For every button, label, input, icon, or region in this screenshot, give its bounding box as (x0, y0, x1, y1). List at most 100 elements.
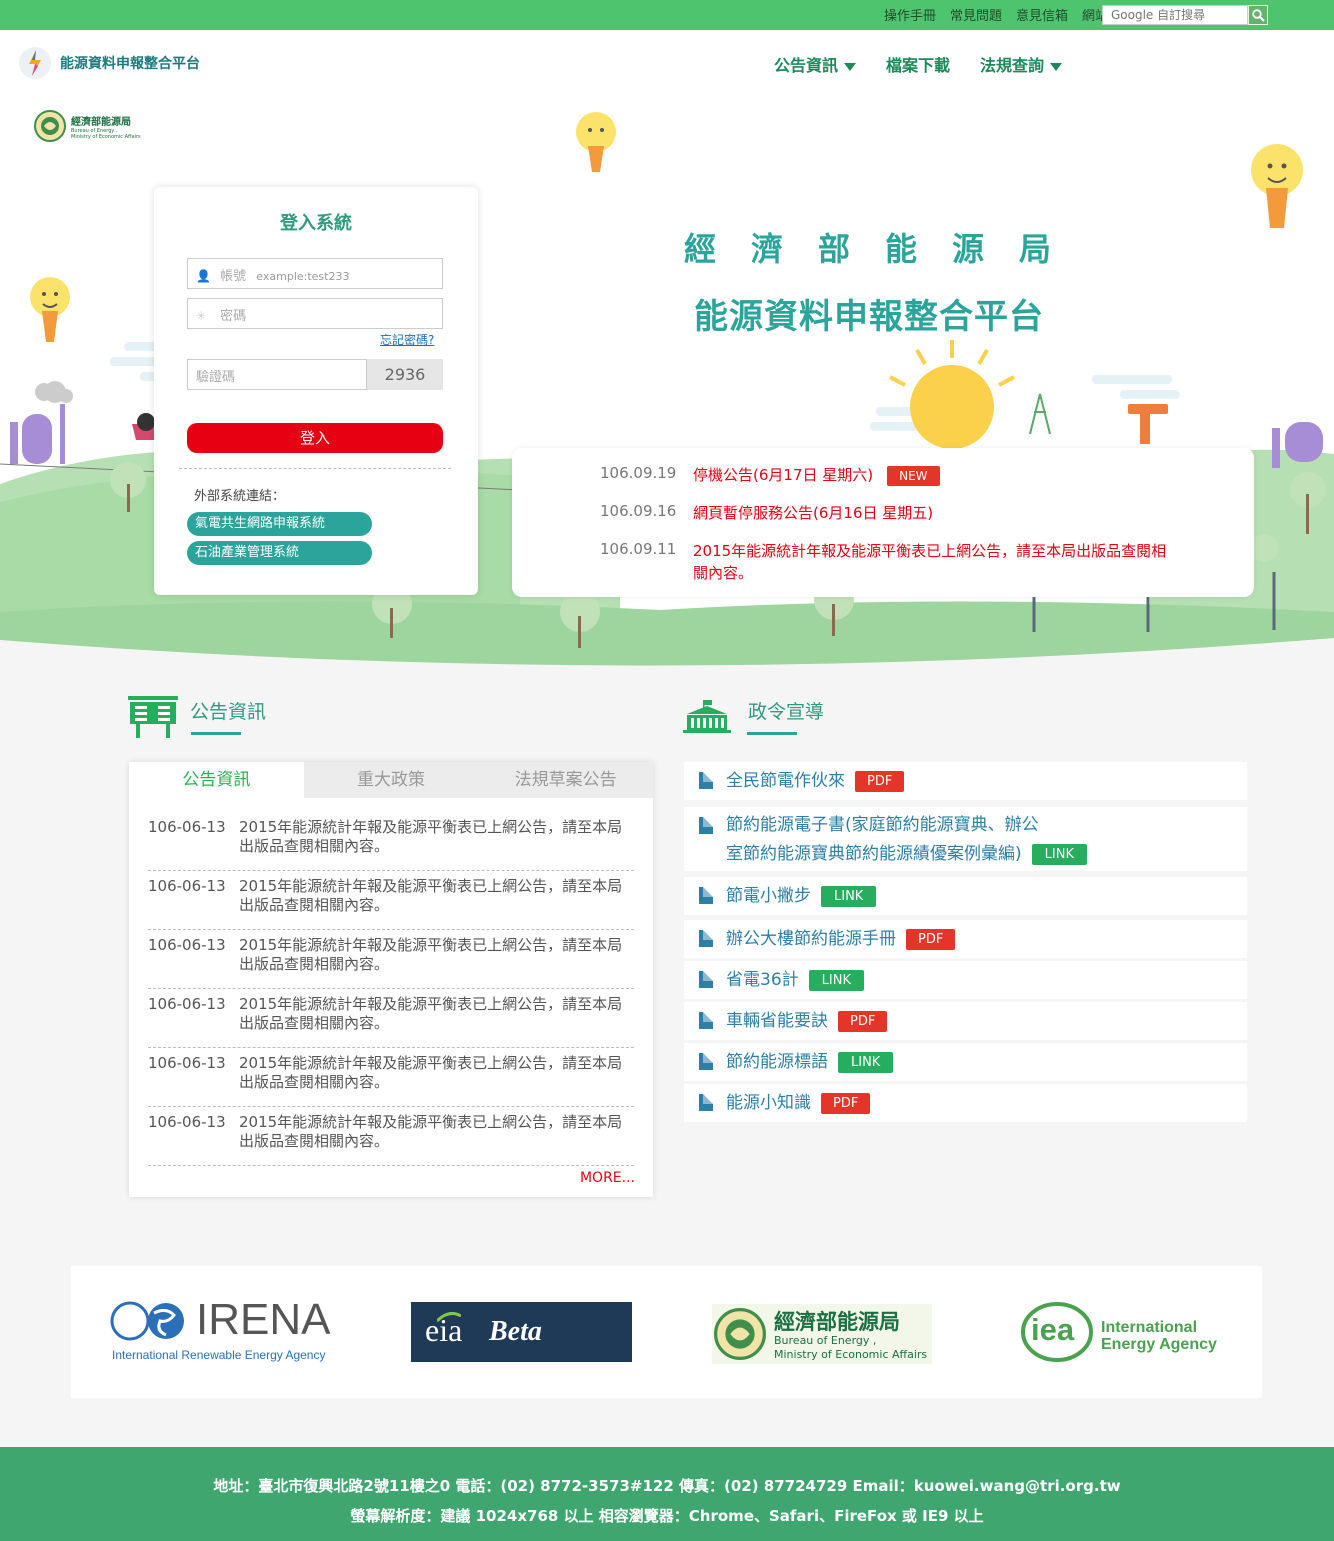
agency-logo[interactable]: 經濟部能源局 Bureau of Energy , Ministry of Ec… (34, 110, 141, 142)
site-header: 能源資料申報整合平台 公告資訊 檔案下載 法規查詢 (0, 30, 1334, 92)
policy-title: 辦公大樓節約能源手冊 (726, 929, 896, 949)
iea-name: iea (1031, 1312, 1075, 1347)
news-item[interactable]: 106.09.16 網頁暫停服務公告(6月16日 星期五) (600, 502, 1173, 524)
news-title: 網頁暫停服務公告(6月16日 星期五) (693, 504, 934, 522)
policy-title: 室節約能源寶典節約能源績優案例彙編) (726, 844, 1022, 864)
eia-swoosh-icon (437, 1312, 461, 1322)
footer-browser-note: 螢幕解析度：建議 1024x768 以上 相容瀏覽器：Chrome、Safari… (350, 1507, 984, 1525)
link-manual[interactable]: 操作手冊 (884, 5, 936, 24)
external-links-label: 外部系統連結： (194, 489, 286, 504)
item-title: 2015年能源統計年報及能源平衡表已上網公告，請至本局出版品查閱相關內容。 (239, 995, 623, 1032)
captcha-image: 2936 (367, 359, 443, 390)
forgot-password-link[interactable]: 忘記密碼? (380, 331, 434, 348)
item-title: 2015年能源統計年報及能源平衡表已上網公告，請至本局出版品查閱相關內容。 (239, 877, 623, 914)
password-placeholder: 密碼 (220, 309, 247, 324)
external-link-petroleum[interactable]: 石油產業管理系統 (187, 541, 372, 565)
nav-downloads[interactable]: 檔案下載 (886, 52, 950, 76)
list-item[interactable]: 106-06-13 2015年能源統計年報及能源平衡表已上網公告，請至本局出版品查… (148, 812, 634, 871)
nav-label: 法規查詢 (980, 56, 1045, 75)
search-input[interactable] (1102, 5, 1248, 25)
utility-links: 操作手冊 常見問題 意見信箱 網站導覽 (884, 5, 1134, 24)
sun-icon (889, 340, 1015, 449)
boe-logo[interactable]: 經濟部能源局 Bureau of Energy , Ministry of Ec… (712, 1304, 932, 1364)
site-logo-icon (19, 47, 51, 79)
link-tag: LINK (821, 885, 877, 907)
policy-item[interactable]: 車輛省能要訣 PDF (684, 1002, 1247, 1040)
divider (179, 468, 451, 469)
site-brand[interactable]: 能源資料申報整合平台 (18, 46, 200, 80)
policy-item[interactable]: 節電小撇步 LINK (684, 877, 1247, 915)
main-nav: 公告資訊 檔案下載 法規查詢 (774, 52, 1063, 76)
hero-subtitle: 能源資料申報整合平台 (694, 297, 1044, 337)
link-faq[interactable]: 常見問題 (950, 5, 1002, 24)
item-date: 106-06-13 (148, 936, 226, 954)
boe-name: 經濟部能源局 (774, 1310, 900, 1334)
list-item[interactable]: 106-06-13 2015年能源統計年報及能源平衡表已上網公告，請至本局出版品查… (148, 1107, 634, 1166)
link-feedback[interactable]: 意見信箱 (1016, 5, 1068, 24)
policy-item[interactable]: 省電36計 LINK (684, 961, 1247, 999)
footer-contact: 地址：臺北市復興北路2號11樓之0 電話：(02) 8772-3573#122 … (213, 1477, 1121, 1495)
news-date: 106.09.16 (600, 502, 677, 520)
news-title: 2015年能源統計年報及能源平衡表已上網公告，請至本局出版品查閱相關內容。 (693, 542, 1167, 582)
chevron-down-icon (1050, 62, 1063, 71)
eia-logo[interactable]: eia Beta (411, 1302, 632, 1362)
external-link-cogeneration[interactable]: 氣電共生網路申報系統 (187, 512, 372, 536)
bulletin-board-icon (128, 696, 178, 738)
policy-item[interactable]: 全民節電作伙來 PDF (684, 762, 1247, 800)
announce-panel: 公告資訊 重大政策 法規草案公告 106-06-13 2015年能源統計年報及能源… (129, 762, 654, 1197)
password-field[interactable]: ✳ 密碼 (187, 298, 443, 329)
agency-logo-en: Ministry of Economic Affairs (71, 133, 141, 140)
boe-en: Ministry of Economic Affairs (774, 1348, 928, 1361)
globe-icon (110, 1301, 184, 1341)
captcha-input[interactable]: 驗證碼 (187, 359, 367, 390)
policy-title: 車輛省能要訣 (726, 1011, 828, 1031)
policy-item[interactable]: 節約能源電子書(家庭節約能源寶典、辦公 室節約能源寶典節約能源績優案例彙編) LIN… (684, 807, 1247, 871)
hero-banner: 經濟部能源局 Bureau of Energy , Ministry of Ec… (0, 92, 1334, 666)
list-item[interactable]: 106-06-13 2015年能源統計年報及能源平衡表已上網公告，請至本局出版品查… (148, 871, 634, 930)
login-title: 登入系統 (280, 213, 352, 234)
item-title: 2015年能源統計年報及能源平衡表已上網公告，請至本局出版品查閱相關內容。 (239, 936, 623, 973)
tab-major-policy[interactable]: 重大政策 (303, 762, 479, 798)
tab-announcements[interactable]: 公告資訊 (129, 762, 304, 798)
irena-fullname: International Renewable Energy Agency (112, 1348, 326, 1362)
policy-item[interactable]: 節約能源標語 LINK (684, 1043, 1247, 1081)
asterisk-icon: ✳ (196, 309, 207, 323)
item-date: 106-06-13 (148, 1054, 226, 1072)
nav-announcements[interactable]: 公告資訊 (774, 52, 857, 76)
irena-logo[interactable]: IRENA International Renewable Energy Age… (110, 1295, 335, 1365)
announce-tabs: 公告資訊 重大政策 法規草案公告 (129, 762, 654, 798)
nav-regulations[interactable]: 法規查詢 (980, 52, 1063, 76)
search-icon (1252, 9, 1265, 22)
document-icon (699, 1012, 713, 1029)
announce-list: 106-06-13 2015年能源統計年報及能源平衡表已上網公告，請至本局出版品查… (148, 812, 634, 1166)
document-icon (699, 971, 713, 988)
chevron-down-icon (844, 62, 857, 71)
item-title: 2015年能源統計年報及能源平衡表已上網公告，請至本局出版品查閱相關內容。 (239, 1113, 623, 1150)
news-card: 106.09.19 停機公告(6月17日 星期六) NEW 106.09.16 網… (512, 448, 1254, 597)
iea-logo[interactable]: iea International Energy Agency (1019, 1300, 1229, 1364)
site-name: 能源資料申報整合平台 (60, 56, 200, 72)
list-item[interactable]: 106-06-13 2015年能源統計年報及能源平衡表已上網公告，請至本局出版品查… (148, 1048, 634, 1107)
login-button[interactable]: 登入 (187, 423, 443, 453)
policy-item[interactable]: 辦公大樓節約能源手冊 PDF (684, 920, 1247, 958)
lightbulb-icon (30, 277, 70, 342)
more-link[interactable]: MORE... (580, 1170, 635, 1186)
agency-seal-icon (714, 1308, 766, 1360)
link-tag: LINK (838, 1051, 894, 1073)
lightbulb-icon (1251, 144, 1303, 228)
policy-item[interactable]: 能源小知識 PDF (684, 1084, 1247, 1122)
list-item[interactable]: 106-06-13 2015年能源統計年報及能源平衡表已上網公告，請至本局出版品查… (148, 989, 634, 1048)
policy-title: 省電36計 (726, 970, 799, 990)
heading-underline (191, 732, 241, 735)
news-item[interactable]: 106.09.19 停機公告(6月17日 星期六) NEW (600, 464, 1173, 486)
news-item[interactable]: 106.09.11 2015年能源統計年報及能源平衡表已上網公告，請至本局出版品… (600, 540, 1173, 584)
search-button[interactable] (1248, 5, 1268, 25)
tab-draft-regulations[interactable]: 法規草案公告 (478, 762, 654, 798)
news-date: 106.09.19 (600, 464, 677, 482)
boe-en: Bureau of Energy , (774, 1334, 877, 1347)
account-field[interactable]: 👤 帳號 example:test233 (187, 258, 443, 289)
pdf-tag: PDF (838, 1010, 888, 1032)
list-item[interactable]: 106-06-13 2015年能源統計年報及能源平衡表已上網公告，請至本局出版品查… (148, 930, 634, 989)
irena-name: IRENA (196, 1295, 331, 1344)
new-badge: NEW (887, 465, 940, 486)
